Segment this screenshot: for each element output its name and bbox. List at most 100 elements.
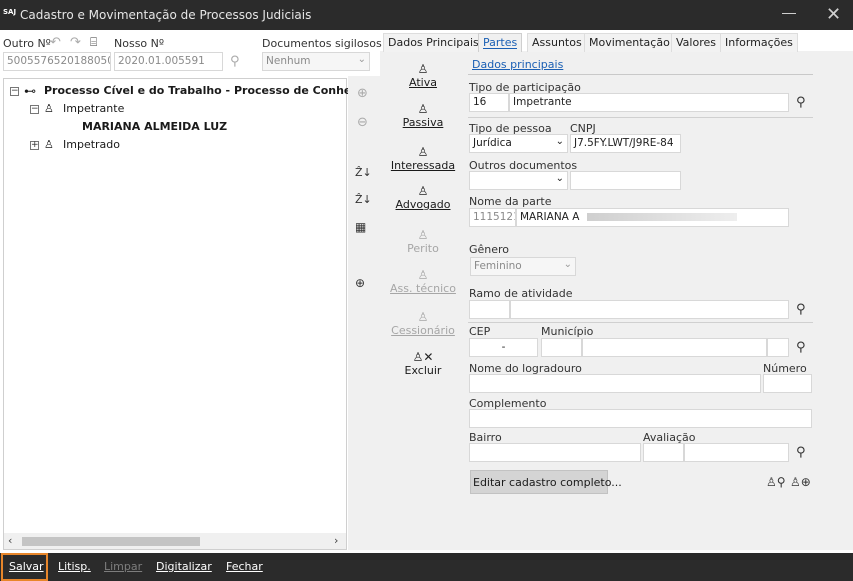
chevron-down-icon: ⌄	[555, 136, 564, 147]
subtab-divider	[468, 74, 813, 75]
scroll-left-icon[interactable]: ‹	[8, 534, 12, 547]
tree-toolbar	[348, 76, 380, 550]
interessada-label: Interessada	[390, 159, 456, 172]
minimize-icon[interactable]	[782, 13, 796, 14]
uf-field[interactable]	[767, 338, 789, 357]
person-icon: ♙	[417, 145, 429, 159]
chevron-down-icon: ⌄	[555, 173, 564, 184]
remove-circle-icon[interactable]: ⊖	[357, 116, 368, 130]
redo-icon[interactable]: ↷	[70, 36, 81, 50]
tipo-pessoa-value: Jurídica	[473, 137, 512, 149]
scroll-thumb[interactable]	[22, 537, 200, 546]
limpar-label: Limpar	[104, 560, 143, 573]
save-button[interactable]: Salvar	[1, 553, 48, 581]
search-icon[interactable]: ⚲	[796, 341, 806, 355]
nome-parte-field[interactable]: MARIANA A	[516, 208, 789, 227]
ativa-button[interactable]: ♙ Ativa	[385, 62, 461, 89]
perito-button[interactable]: ♙ Perito	[385, 228, 461, 255]
app-logo: SAJ	[3, 8, 17, 16]
add-party-icon[interactable]: ⊕	[355, 276, 365, 290]
search-icon[interactable]: ⚲	[796, 96, 806, 110]
edit-full-record-button[interactable]: Editar cadastro completo...	[470, 470, 622, 494]
tree-person-label[interactable]: MARIANA ALMEIDA LUZ	[82, 120, 227, 133]
tab-dados-principais[interactable]: Dados Principais	[383, 33, 484, 52]
litisp-button[interactable]: Litisp.	[58, 560, 91, 573]
add-circle-icon[interactable]: ⊕	[357, 87, 368, 101]
nosso-numero-field[interactable]: 2020.01.005591	[114, 52, 223, 71]
cessionario-label: Cessionário	[391, 324, 455, 337]
expand-icon[interactable]: +	[30, 141, 39, 150]
tipo-participacao-code-field[interactable]: 16	[469, 93, 509, 112]
search-icon[interactable]: ⚲	[796, 446, 806, 460]
ramo-atividade-code-field[interactable]	[469, 300, 510, 319]
logradouro-field[interactable]	[469, 374, 761, 393]
outro-numero-field[interactable]: 50055765201880500:	[3, 52, 111, 71]
digitalizar-button[interactable]: Digitalizar	[156, 560, 212, 573]
genero-value: Feminino	[474, 260, 522, 272]
redacted-text	[586, 213, 737, 221]
sort-za-icon[interactable]: Ẑ↓	[355, 193, 372, 207]
bookmark-icon[interactable]: ⌸	[90, 35, 97, 49]
outros-documentos-select[interactable]: ⌄	[469, 171, 568, 190]
tab-assuntos[interactable]: Assuntos	[527, 33, 587, 52]
search-icon[interactable]: ⚲	[230, 55, 240, 69]
digitalizar-label: Digitalizar	[156, 560, 212, 573]
undo-icon[interactable]: ↶	[50, 36, 61, 50]
advogado-button[interactable]: ♙ Advogado	[385, 184, 461, 211]
tab-movimentacao[interactable]: Movimentação	[584, 33, 675, 52]
tipo-pessoa-select[interactable]: Jurídica ⌄	[469, 134, 568, 153]
chevron-down-icon: ⌄	[357, 54, 366, 65]
nome-parte-code-field[interactable]: 1115121	[469, 208, 516, 227]
subtab-dados-principais[interactable]: Dados principais	[468, 58, 567, 71]
person-icon: ♙	[417, 102, 429, 116]
fechar-button[interactable]: Fechar	[226, 560, 263, 573]
chevron-down-icon: ⌄	[563, 259, 572, 270]
calendar-sort-icon[interactable]: ▦	[355, 220, 366, 234]
docs-sigilosos-label: Documentos sigilosos	[262, 37, 382, 50]
collapse-icon[interactable]: −	[30, 105, 39, 114]
person-icon: ♙	[417, 310, 429, 324]
tab-valores[interactable]: Valores	[671, 33, 721, 52]
collapse-icon[interactable]: −	[10, 87, 19, 96]
fechar-label: Fechar	[226, 560, 263, 573]
cep-field[interactable]: -	[469, 338, 538, 357]
scroll-right-icon[interactable]: ›	[334, 534, 338, 547]
municipio-field[interactable]	[582, 338, 767, 357]
nosso-label: Nosso Nº	[114, 37, 165, 50]
tree-impetrante-label[interactable]: Impetrante	[63, 102, 124, 115]
cessionario-button[interactable]: ♙ Cessionário	[385, 310, 461, 337]
ass-tecnico-button[interactable]: ♙ Ass. técnico	[385, 268, 461, 295]
person-icon: ♙	[44, 138, 54, 151]
cnpj-field[interactable]: J7.5FY.LWT/J9RE-84	[570, 134, 681, 153]
horizontal-scrollbar[interactable]: ‹ ›	[4, 533, 346, 549]
tipo-participacao-field[interactable]: Impetrante	[509, 93, 789, 112]
interessada-button[interactable]: ♙ Interessada	[385, 145, 461, 172]
ramo-atividade-label: Ramo de atividade	[469, 287, 573, 300]
tab-informacoes[interactable]: Informações	[720, 33, 798, 52]
tab-partes[interactable]: Partes	[478, 33, 523, 52]
parties-tree[interactable]: − ⊷ Processo Cível e do Trabalho - Proce…	[3, 78, 401, 550]
genero-label: Gênero	[469, 243, 510, 256]
limpar-button[interactable]: Limpar	[104, 560, 142, 573]
search-icon[interactable]: ⚲	[796, 303, 806, 317]
person-search-icon[interactable]: ♙⚲	[766, 475, 786, 489]
docs-sigilosos-value: Nenhum	[266, 55, 311, 67]
outros-documentos-field[interactable]	[570, 171, 681, 190]
sort-az-icon[interactable]: Ẑ↓	[355, 166, 372, 180]
excluir-button[interactable]: ♙✕ Excluir	[385, 350, 461, 377]
close-icon[interactable]: ✕	[826, 6, 841, 24]
person-icon: ♙	[417, 184, 429, 198]
save-label: Salvar	[9, 560, 44, 573]
ramo-atividade-field[interactable]	[510, 300, 789, 319]
genero-select[interactable]: Feminino ⌄	[470, 257, 576, 276]
tree-impetrado-label[interactable]: Impetrado	[63, 138, 120, 151]
person-add-icon[interactable]: ♙⊕	[790, 475, 811, 489]
passiva-button[interactable]: ♙ Passiva	[385, 102, 461, 129]
numero-field[interactable]	[763, 374, 812, 393]
bairro-field[interactable]	[469, 443, 641, 462]
complemento-field[interactable]	[469, 409, 812, 428]
municipio-code-field[interactable]	[541, 338, 582, 357]
avaliacao-code-field[interactable]	[643, 443, 684, 462]
docs-sigilosos-select[interactable]: Nenhum ⌄	[262, 52, 370, 71]
avaliacao-field[interactable]	[684, 443, 789, 462]
